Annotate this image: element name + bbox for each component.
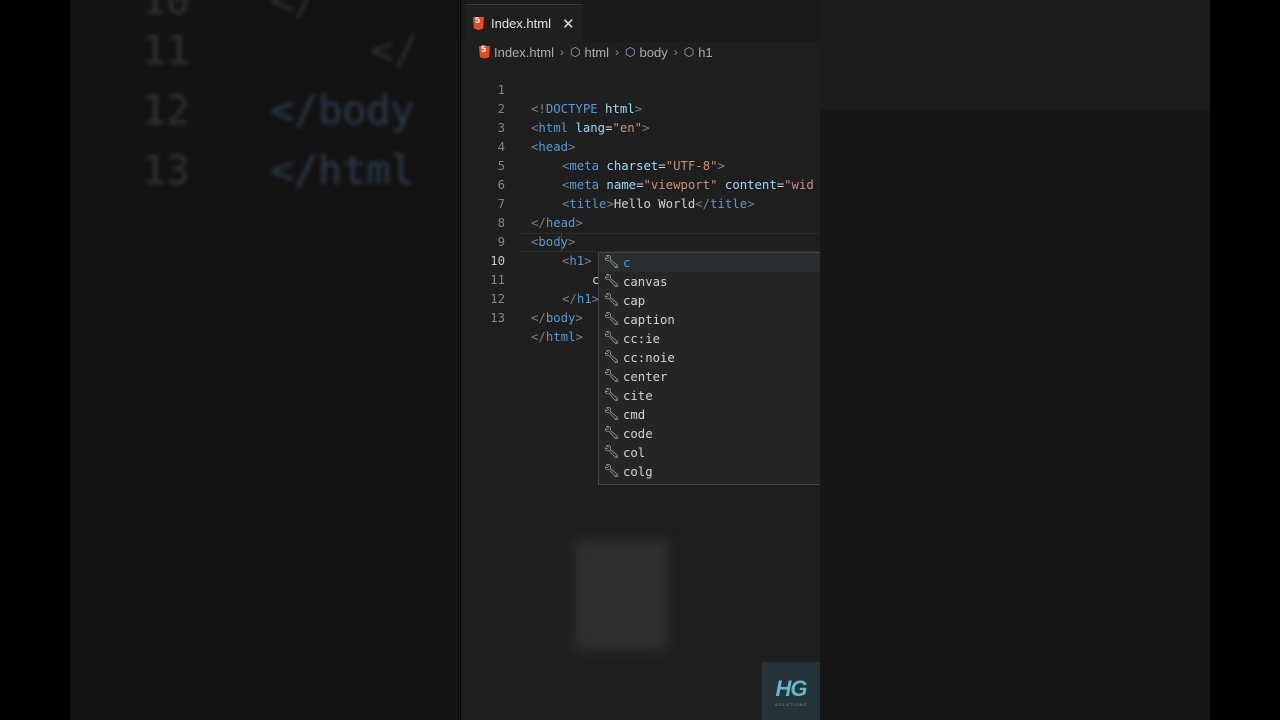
tab-bar: Index.html ✕ xyxy=(461,0,820,42)
code-line[interactable]: 6 <title>Hello World</title> xyxy=(461,157,820,211)
logo-subtitle: SOLUTIONS xyxy=(774,701,808,707)
autocomplete-popup[interactable]: 🔧︎ c 🔧︎ c anvas 🔧︎ c ap 🔧︎ c aption 🔧︎ c c:ie 🔧︎ c… xyxy=(598,252,820,485)
suggestion-item[interactable]: 🔧︎ c aption xyxy=(599,310,820,329)
wrench-icon: 🔧︎ xyxy=(603,331,620,346)
wrench-icon: 🔧︎ xyxy=(603,274,620,289)
breadcrumb: Index.html › ⬡ html › ⬡ body › ⬡ h1 xyxy=(479,42,713,62)
wrench-icon: 🔧︎ xyxy=(603,255,620,270)
channel-logo: HG SOLUTIONS xyxy=(762,662,820,720)
breadcrumb-h1[interactable]: h1 xyxy=(698,45,712,60)
wrench-icon: 🔧︎ xyxy=(603,407,620,422)
bg-code-line: 11 </ xyxy=(141,28,419,74)
suggestion-item[interactable]: 🔧︎ c c:ie xyxy=(599,329,820,348)
html5-icon xyxy=(473,17,484,30)
symbol-element-icon: ⬡ xyxy=(569,45,581,59)
html5-icon xyxy=(479,45,490,59)
chevron-right-icon: › xyxy=(673,45,678,59)
code-line[interactable]: 9 <h1> xyxy=(461,214,820,268)
code-line[interactable]: 7 </head> xyxy=(461,176,820,230)
wrench-icon: 🔧︎ xyxy=(603,350,620,365)
suggestion-item[interactable]: 🔧︎ c md xyxy=(599,405,820,424)
symbol-element-icon: ⬡ xyxy=(625,45,636,59)
wrench-icon: 🔧︎ xyxy=(603,312,620,327)
suggestion-item[interactable]: 🔧︎ c xyxy=(599,253,820,272)
bg-code-line: 13 </html xyxy=(141,148,415,194)
suggestion-item[interactable]: 🔧︎ c c:noie xyxy=(599,348,820,367)
code-line-active[interactable]: 10 ce xyxy=(461,233,820,287)
tab-index-html[interactable]: Index.html ✕ xyxy=(465,4,583,42)
wrench-icon: 🔧︎ xyxy=(603,369,620,384)
chevron-right-icon: › xyxy=(615,45,620,59)
code-line[interactable]: 5 <meta name="viewport" content="wid xyxy=(461,138,820,192)
breadcrumb-html[interactable]: html xyxy=(584,45,609,60)
logo-mark: HG xyxy=(775,675,808,701)
code-line[interactable]: 3 <head> xyxy=(461,100,820,154)
suggestion-item[interactable]: 🔧︎ c ode xyxy=(599,424,820,443)
code-line[interactable]: 4 <meta charset="UTF-8"> xyxy=(461,119,820,173)
suggestion-item[interactable]: 🔧︎ c ol xyxy=(599,443,820,462)
wrench-icon: 🔧︎ xyxy=(603,426,620,441)
background-blur-right xyxy=(820,0,1210,720)
bg-code-line: 12 </body xyxy=(141,88,415,134)
code-line[interactable]: 8 <body> xyxy=(461,195,820,249)
blurred-overlay xyxy=(575,540,668,650)
code-line[interactable]: 1 <!DOCTYPE html> xyxy=(461,62,820,116)
suggestion-item[interactable]: 🔧︎ c olg xyxy=(599,462,820,481)
wrench-icon: 🔧︎ xyxy=(603,464,620,479)
background-blur-left: 10 </ 11 </ 12 </body 13 </html xyxy=(70,0,460,720)
suggestion-item[interactable]: 🔧︎ c ap xyxy=(599,291,820,310)
close-icon[interactable]: ✕ xyxy=(562,15,575,33)
wrench-icon: 🔧︎ xyxy=(603,293,620,308)
wrench-icon: 🔧︎ xyxy=(603,388,620,403)
suggestion-item[interactable]: 🔧︎ c anvas xyxy=(599,272,820,291)
breadcrumb-file[interactable]: Index.html xyxy=(494,45,554,60)
breadcrumb-body[interactable]: body xyxy=(640,45,668,60)
code-line[interactable]: 2 <html lang="en"> xyxy=(461,81,820,135)
chevron-right-icon: › xyxy=(559,45,564,59)
bg-code-line: 10 </ xyxy=(141,0,319,24)
tab-label: Index.html xyxy=(491,16,551,31)
symbol-element-icon: ⬡ xyxy=(683,45,695,59)
suggestion-item[interactable]: 🔧︎ c ite xyxy=(599,386,820,405)
wrench-icon: 🔧︎ xyxy=(603,445,620,460)
suggestion-item[interactable]: 🔧︎ c enter xyxy=(599,367,820,386)
